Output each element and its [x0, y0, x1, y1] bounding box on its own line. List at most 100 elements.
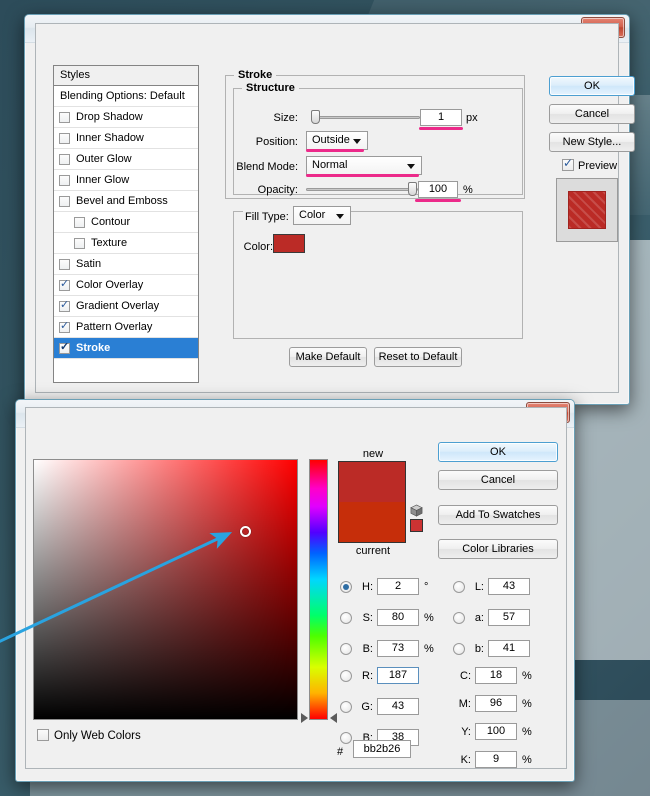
radio-b[interactable] [340, 732, 352, 744]
picker-ok-button[interactable]: OK [438, 442, 558, 462]
styles-list-header: Styles [54, 66, 198, 86]
opacity-input[interactable]: 100 [418, 181, 458, 198]
web-safe-color-swatch[interactable] [410, 519, 423, 532]
style-row-drop-shadow[interactable]: Drop Shadow [54, 107, 198, 128]
style-row-checkbox[interactable] [59, 154, 70, 165]
hex-input[interactable]: bb2b26 [353, 740, 411, 758]
make-default-button[interactable]: Make Default [289, 347, 367, 367]
color-field-marker[interactable] [240, 526, 251, 537]
style-row-checkbox[interactable] [59, 112, 70, 123]
style-row-blending-options-default[interactable]: Blending Options: Default [54, 86, 198, 107]
input-g[interactable]: 43 [377, 698, 419, 715]
radio-b[interactable] [453, 643, 465, 655]
label-b: B: [355, 643, 373, 655]
fill-type-group [233, 211, 523, 339]
position-label: Position: [243, 136, 298, 148]
input-r[interactable]: 187 [377, 667, 419, 684]
input-k[interactable]: 9 [475, 751, 517, 768]
preview-checkbox[interactable] [562, 159, 574, 171]
input-b[interactable]: 41 [488, 640, 530, 657]
input-b[interactable]: 73 [377, 640, 419, 657]
size-slider-thumb[interactable] [311, 110, 320, 124]
style-row-contour[interactable]: Contour [54, 212, 198, 233]
stroke-group-label: Stroke [234, 69, 276, 81]
style-row-stroke[interactable]: Stroke [54, 338, 198, 359]
styles-rows: Blending Options: DefaultDrop ShadowInne… [54, 86, 198, 359]
blend-mode-select[interactable]: Normal [306, 156, 422, 175]
label-y: Y: [455, 726, 471, 738]
add-to-swatches-button[interactable]: Add To Swatches [438, 505, 558, 525]
hex-label: # [337, 746, 349, 758]
size-slider-track[interactable] [315, 116, 420, 119]
input-c[interactable]: 18 [475, 667, 517, 684]
style-row-checkbox[interactable] [74, 238, 85, 249]
style-row-bevel-and-emboss[interactable]: Bevel and Emboss [54, 191, 198, 212]
size-input[interactable]: 1 [420, 109, 462, 126]
position-select[interactable]: Outside [306, 131, 368, 150]
input-y[interactable]: 100 [475, 723, 517, 740]
style-row-checkbox[interactable] [59, 322, 70, 333]
picker-cancel-button[interactable]: Cancel [438, 470, 558, 490]
label-g: G: [355, 701, 373, 713]
radio-h[interactable] [340, 581, 352, 593]
current-color-swatch[interactable] [338, 502, 406, 543]
style-row-texture[interactable]: Texture [54, 233, 198, 254]
style-row-inner-shadow[interactable]: Inner Shadow [54, 128, 198, 149]
style-row-checkbox[interactable] [59, 301, 70, 312]
style-row-checkbox[interactable] [59, 343, 70, 354]
only-web-colors-label: Only Web Colors [54, 730, 184, 742]
stroke-color-swatch[interactable] [273, 234, 305, 253]
input-h[interactable]: 2 [377, 578, 419, 595]
annotation-underline-position [306, 149, 364, 152]
style-row-label: Stroke [76, 338, 110, 359]
style-row-satin[interactable]: Satin [54, 254, 198, 275]
structure-group-label: Structure [242, 82, 299, 94]
style-row-inner-glow[interactable]: Inner Glow [54, 170, 198, 191]
hue-slider-marker-left[interactable] [301, 713, 308, 723]
hue-slider[interactable] [309, 459, 328, 720]
style-row-checkbox[interactable] [59, 133, 70, 144]
style-row-label: Blending Options: Default [60, 86, 185, 107]
radio-a[interactable] [453, 612, 465, 624]
saturation-brightness-field[interactable] [33, 459, 298, 720]
fill-type-select[interactable]: Color [293, 206, 351, 225]
color-libraries-button[interactable]: Color Libraries [438, 539, 558, 559]
only-web-colors-checkbox[interactable] [37, 729, 49, 741]
radio-l[interactable] [453, 581, 465, 593]
preview-box [556, 178, 618, 242]
style-row-gradient-overlay[interactable]: Gradient Overlay [54, 296, 198, 317]
annotation-underline-size [419, 127, 463, 130]
radio-r[interactable] [340, 670, 352, 682]
layer-style-dialog: Layer Style x Styles Blending Options: D… [24, 14, 630, 405]
out-of-gamut-cube-icon[interactable] [410, 504, 423, 517]
input-m[interactable]: 96 [475, 695, 517, 712]
style-row-checkbox[interactable] [59, 280, 70, 291]
opacity-slider-track[interactable] [306, 188, 418, 191]
style-row-checkbox[interactable] [59, 259, 70, 270]
reset-to-default-button[interactable]: Reset to Default [374, 347, 462, 367]
input-a[interactable]: 57 [488, 609, 530, 626]
label-a: a: [468, 612, 484, 624]
radio-b[interactable] [340, 643, 352, 655]
style-row-pattern-overlay[interactable]: Pattern Overlay [54, 317, 198, 338]
style-row-checkbox[interactable] [74, 217, 85, 228]
chevron-down-icon [353, 139, 361, 144]
style-row-label: Drop Shadow [76, 107, 143, 128]
preview-swatch [568, 191, 606, 229]
opacity-slider-thumb[interactable] [408, 182, 417, 196]
radio-s[interactable] [340, 612, 352, 624]
ok-button[interactable]: OK [549, 76, 635, 96]
hue-slider-marker-right[interactable] [330, 713, 337, 723]
style-row-outer-glow[interactable]: Outer Glow [54, 149, 198, 170]
input-s[interactable]: 80 [377, 609, 419, 626]
new-color-label: new [338, 448, 408, 460]
radio-g[interactable] [340, 701, 352, 713]
input-l[interactable]: 43 [488, 578, 530, 595]
styles-list: Styles Blending Options: DefaultDrop Sha… [53, 65, 199, 383]
style-row-checkbox[interactable] [59, 196, 70, 207]
unit-y: % [522, 726, 540, 738]
style-row-color-overlay[interactable]: Color Overlay [54, 275, 198, 296]
new-style-button[interactable]: New Style... [549, 132, 635, 152]
style-row-checkbox[interactable] [59, 175, 70, 186]
cancel-button[interactable]: Cancel [549, 104, 635, 124]
